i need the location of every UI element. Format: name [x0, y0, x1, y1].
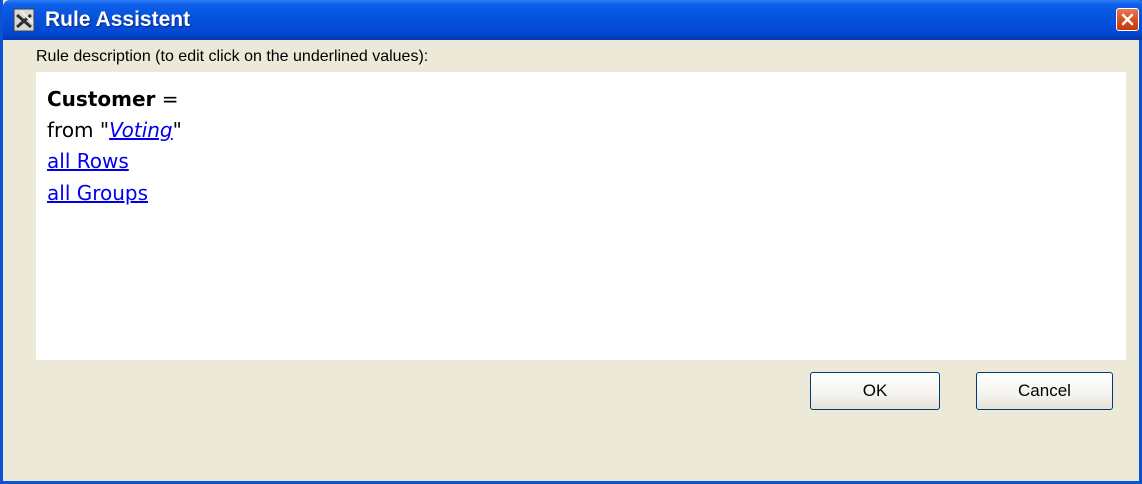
close-button[interactable] — [1116, 8, 1139, 31]
rule-from-suffix: " — [172, 118, 182, 142]
rule-from-prefix: from " — [47, 118, 110, 142]
rule-assistant-app-icon — [13, 8, 35, 32]
rule-groups-line: all Groups — [47, 181, 148, 205]
ok-button[interactable]: OK — [810, 372, 940, 410]
rule-equals-sign: = — [155, 87, 179, 111]
rule-target-name: Customer — [47, 87, 156, 111]
rule-assistent-window: Rule Assistent Rule description (to edit… — [0, 0, 1142, 484]
window-title: Rule Assistent — [45, 8, 191, 31]
rule-description-label: Rule description (to edit click on the u… — [36, 48, 429, 65]
rule-source-line: from "Voting" — [47, 118, 182, 142]
cancel-button[interactable]: Cancel — [976, 372, 1113, 410]
close-icon — [1121, 13, 1134, 26]
rule-target-line: Customer = — [47, 87, 179, 111]
rule-rows-link[interactable]: all Rows — [47, 149, 129, 173]
rule-groups-link[interactable]: all Groups — [47, 181, 148, 205]
title-bar[interactable]: Rule Assistent — [3, 0, 1142, 40]
rule-description-box: Customer = from "Voting" all Rows all Gr… — [36, 72, 1126, 360]
rule-rows-line: all Rows — [47, 149, 129, 173]
rule-source-link[interactable]: Voting — [109, 118, 173, 142]
